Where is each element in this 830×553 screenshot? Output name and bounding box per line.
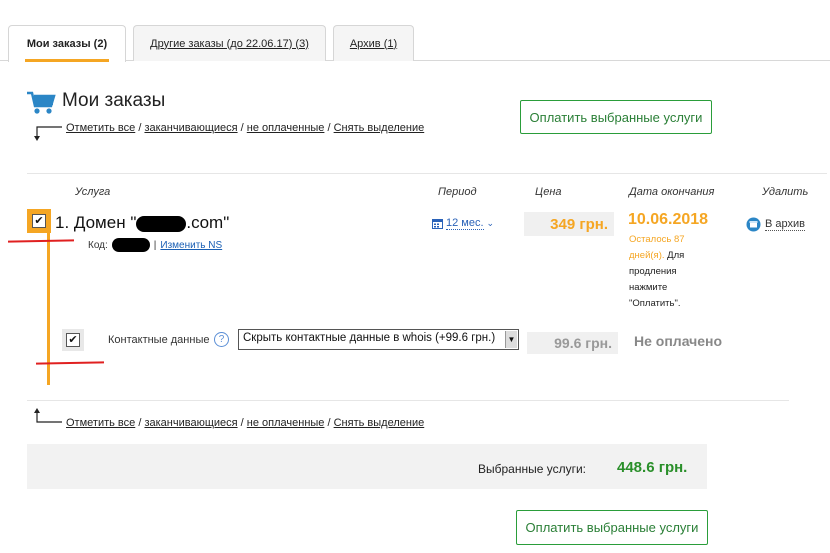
- order-checkbox[interactable]: ✔: [32, 214, 46, 228]
- domain-title-prefix: 1. Домен ": [55, 213, 137, 232]
- selection-links-bottom: Отметить все / заканчивающиеся / не опла…: [66, 417, 424, 429]
- selection-links-top: Отметить все / заканчивающиеся / не опла…: [66, 122, 424, 134]
- tab-other-orders[interactable]: Другие заказы (до 22.06.17) (3): [133, 25, 326, 61]
- red-marker-line: [7, 239, 75, 243]
- cart-icon: [27, 91, 56, 114]
- separator: /: [240, 417, 244, 429]
- order-domain-title: 1. Домен " .com": [55, 213, 229, 233]
- separator: /: [327, 417, 331, 429]
- tab-archive[interactable]: Архив (1): [333, 25, 414, 61]
- change-ns-link[interactable]: Изменить NS: [160, 240, 222, 251]
- tab-my-orders-label: Мои заказы (2): [26, 38, 108, 50]
- archive-button[interactable]: В архив: [746, 217, 805, 232]
- contact-selected-option: Скрыть контактные данные в whois (+99.6 …: [243, 332, 496, 344]
- col-header-price: Цена: [535, 186, 562, 198]
- separator: /: [138, 417, 142, 429]
- contact-option-select[interactable]: Скрыть контактные данные в whois (+99.6 …: [238, 329, 519, 350]
- summary-label: Выбранные услуги:: [478, 462, 587, 476]
- domain-title-suffix: .com": [186, 213, 230, 232]
- select-unpaid-link[interactable]: не оплаченные: [247, 417, 325, 429]
- clear-selection-link[interactable]: Снять выделение: [334, 417, 425, 429]
- arrow-down-icon: [34, 126, 62, 141]
- red-marker-line: [35, 361, 105, 365]
- pay-selected-button-bottom[interactable]: Оплатить выбранные услуги: [516, 510, 708, 545]
- arrow-up-icon: [34, 408, 62, 423]
- page-title: Мои заказы: [62, 90, 166, 111]
- contact-status: Не оплачено: [634, 333, 723, 349]
- order-end-date: 10.06.2018: [628, 211, 709, 228]
- select-expiring-link[interactable]: заканчивающиеся: [144, 417, 237, 429]
- order-price: 349 грн.: [524, 212, 614, 236]
- help-icon[interactable]: ?: [214, 332, 229, 347]
- dropdown-arrow-icon: ▼: [505, 331, 517, 348]
- col-header-delete: Удалить: [762, 186, 809, 198]
- select-unpaid-link[interactable]: не оплаченные: [247, 122, 325, 134]
- calendar-icon: [432, 218, 443, 229]
- contact-checkbox[interactable]: ✔: [66, 333, 80, 347]
- divider: [27, 400, 789, 401]
- col-header-service: Услуга: [75, 186, 111, 198]
- archive-label: В архив: [765, 218, 805, 231]
- order-code-label: Код:: [88, 239, 108, 251]
- order-code-row: Код: | Изменить NS: [88, 238, 222, 252]
- select-all-link[interactable]: Отметить все: [66, 417, 135, 429]
- clear-selection-link[interactable]: Снять выделение: [334, 122, 425, 134]
- order-checkbox-highlight: ✔: [27, 209, 51, 233]
- divider: [27, 173, 827, 174]
- contact-label: Контактные данные: [108, 334, 210, 346]
- tab-bar: Мои заказы (2) Другие заказы (до 22.06.1…: [0, 0, 830, 62]
- tab-other-orders-label: Другие заказы (до 22.06.17) (3): [150, 37, 309, 50]
- summary-bar: [27, 444, 707, 489]
- separator: |: [153, 239, 157, 251]
- redacted-mark: [136, 215, 187, 232]
- pay-selected-button-top[interactable]: Оплатить выбранные услуги: [520, 100, 712, 134]
- order-days-left: Осталось 87 дней(я). Для продления нажми…: [629, 232, 709, 312]
- col-header-end-date: Дата окончания: [629, 186, 715, 198]
- col-header-period: Период: [438, 186, 477, 198]
- separator: /: [138, 122, 142, 134]
- tab-my-orders[interactable]: Мои заказы (2): [8, 25, 126, 62]
- archive-icon: [746, 217, 761, 232]
- select-all-link[interactable]: Отметить все: [66, 122, 135, 134]
- summary-total: 448.6 грн.: [617, 459, 688, 476]
- separator: /: [240, 122, 244, 134]
- period-select[interactable]: 12 мес. ⌄: [432, 217, 494, 230]
- period-value: 12 мес.: [446, 217, 484, 230]
- contact-price: 99.6 грн.: [527, 332, 618, 354]
- chevron-down-icon: ⌄: [486, 218, 495, 228]
- separator: /: [327, 122, 331, 134]
- tab-archive-label: Архив (1): [349, 37, 398, 50]
- select-expiring-link[interactable]: заканчивающиеся: [144, 122, 237, 134]
- contact-checkbox-wrap: ✔: [62, 329, 84, 351]
- redacted-mark: [111, 238, 150, 252]
